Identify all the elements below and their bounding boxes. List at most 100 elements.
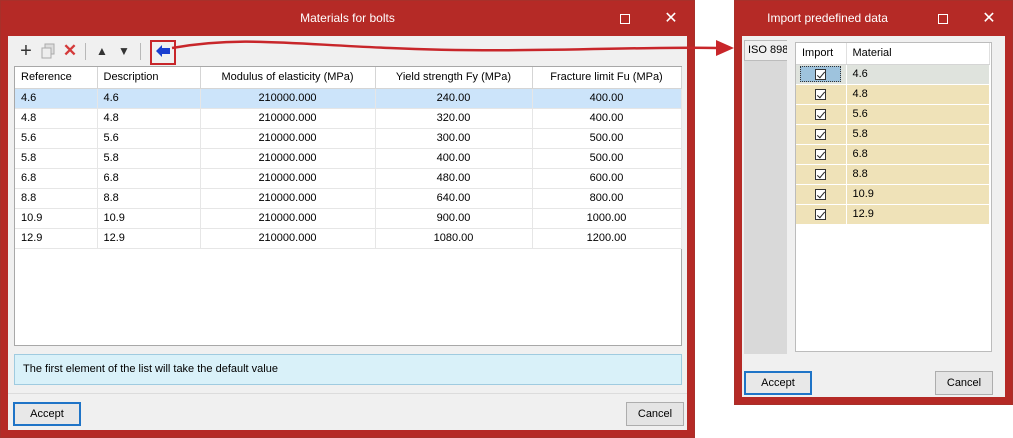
column-header-yield-strength[interactable]: Yield strength Fy (MPa)	[375, 67, 533, 89]
cell-modulus[interactable]: 210000.000	[200, 108, 376, 129]
column-header-modulus[interactable]: Modulus of elasticity (MPa)	[200, 67, 376, 89]
cell-modulus[interactable]: 210000.000	[200, 228, 376, 249]
cell-reference[interactable]: 5.8	[15, 148, 98, 169]
import-row[interactable]: 8.8	[796, 164, 990, 185]
cell-reference[interactable]: 6.8	[15, 168, 98, 189]
cell-description[interactable]: 4.6	[97, 88, 201, 109]
cell-description[interactable]: 6.8	[97, 168, 201, 189]
table-row[interactable]: 8.8 8.8 210000.000 640.00 800.00	[15, 188, 682, 209]
import-row[interactable]: 12.9	[796, 204, 990, 225]
cell-modulus[interactable]: 210000.000	[200, 208, 376, 229]
column-header-fracture-limit[interactable]: Fracture limit Fu (MPa)	[532, 67, 682, 89]
import-checkbox-cell[interactable]	[796, 164, 847, 185]
import-checkbox-cell[interactable]	[796, 104, 847, 125]
import-row[interactable]: 4.6	[796, 64, 990, 85]
accept-button[interactable]: Accept	[13, 402, 81, 426]
import-row[interactable]: 5.8	[796, 124, 990, 145]
cancel-button[interactable]: Cancel	[626, 402, 684, 426]
cell-reference[interactable]: 4.6	[15, 88, 98, 109]
material-cell: 4.6	[846, 64, 990, 85]
cell-fracture[interactable]: 500.00	[532, 128, 682, 149]
cell-modulus[interactable]: 210000.000	[200, 168, 376, 189]
checkbox-checked-icon[interactable]	[815, 208, 827, 220]
cell-yield[interactable]: 900.00	[375, 208, 533, 229]
cell-description[interactable]: 5.8	[97, 148, 201, 169]
import-close-button[interactable]: ✕	[966, 1, 1012, 36]
table-row[interactable]: 4.8 4.8 210000.000 320.00 400.00	[15, 108, 682, 129]
column-header-description[interactable]: Description	[97, 67, 201, 89]
cell-fracture[interactable]: 400.00	[532, 88, 682, 109]
import-table[interactable]: Import Material 4.6 4.8 5.6 5.8 6.8 8.8 …	[795, 42, 992, 352]
table-row[interactable]: 12.9 12.9 210000.000 1080.00 1200.00	[15, 228, 682, 249]
import-row[interactable]: 4.8	[796, 84, 990, 105]
table-row[interactable]: 6.8 6.8 210000.000 480.00 600.00	[15, 168, 682, 189]
cell-fracture[interactable]: 400.00	[532, 108, 682, 129]
import-checkbox-cell[interactable]	[796, 124, 847, 145]
import-button[interactable]	[153, 40, 173, 62]
import-cancel-button[interactable]: Cancel	[935, 371, 993, 395]
cell-fracture[interactable]: 1000.00	[532, 208, 682, 229]
import-checkbox-cell[interactable]	[796, 84, 847, 105]
cell-yield[interactable]: 480.00	[375, 168, 533, 189]
table-row[interactable]: 4.6 4.6 210000.000 240.00 400.00	[15, 88, 682, 109]
import-checkbox-cell[interactable]	[796, 204, 847, 225]
import-checkbox-cell[interactable]	[796, 184, 847, 205]
cell-reference[interactable]: 8.8	[15, 188, 98, 209]
cell-yield[interactable]: 240.00	[375, 88, 533, 109]
column-header-import[interactable]: Import	[796, 43, 847, 65]
import-row[interactable]: 5.6	[796, 104, 990, 125]
cell-yield[interactable]: 300.00	[375, 128, 533, 149]
checkbox-checked-icon[interactable]	[815, 188, 827, 200]
checkbox-checked-icon[interactable]	[815, 148, 827, 160]
import-checkbox-cell[interactable]	[796, 144, 847, 165]
cell-reference[interactable]: 4.8	[15, 108, 98, 129]
cell-yield[interactable]: 640.00	[375, 188, 533, 209]
cell-fracture[interactable]: 1200.00	[532, 228, 682, 249]
cell-description[interactable]: 5.6	[97, 128, 201, 149]
cell-description[interactable]: 10.9	[97, 208, 201, 229]
import-row[interactable]: 10.9	[796, 184, 990, 205]
cell-modulus[interactable]: 210000.000	[200, 88, 376, 109]
cell-description[interactable]: 4.8	[97, 108, 201, 129]
delete-button[interactable]: ✕	[60, 40, 80, 62]
cell-fracture[interactable]: 800.00	[532, 188, 682, 209]
cell-fracture[interactable]: 600.00	[532, 168, 682, 189]
table-row[interactable]: 10.9 10.9 210000.000 900.00 1000.00	[15, 208, 682, 229]
add-button[interactable]: +	[16, 40, 36, 62]
close-button[interactable]: ✕	[648, 1, 694, 36]
import-accept-button[interactable]: Accept	[744, 371, 812, 395]
checkbox-checked-icon[interactable]	[815, 68, 827, 80]
checkbox-checked-icon[interactable]	[815, 108, 827, 120]
tab-iso-898[interactable]: ISO 898	[744, 40, 787, 61]
import-row[interactable]: 6.8	[796, 144, 990, 165]
cell-yield[interactable]: 400.00	[375, 148, 533, 169]
import-maximize-button[interactable]	[920, 1, 966, 36]
move-up-button[interactable]: ▲	[92, 40, 112, 62]
cell-description[interactable]: 8.8	[97, 188, 201, 209]
cell-description[interactable]: 12.9	[97, 228, 201, 249]
table-row[interactable]: 5.8 5.8 210000.000 400.00 500.00	[15, 148, 682, 169]
column-header-material[interactable]: Material	[846, 43, 990, 65]
table-row[interactable]: 5.6 5.6 210000.000 300.00 500.00	[15, 128, 682, 149]
cell-fracture[interactable]: 500.00	[532, 148, 682, 169]
move-down-button[interactable]: ▼	[114, 40, 134, 62]
materials-table[interactable]: Reference Description Modulus of elastic…	[14, 66, 682, 346]
close-icon: ✕	[664, 10, 678, 27]
copy-button[interactable]	[38, 40, 58, 62]
checkbox-checked-icon[interactable]	[815, 168, 827, 180]
cell-modulus[interactable]: 210000.000	[200, 188, 376, 209]
checkbox-checked-icon[interactable]	[815, 128, 827, 140]
cell-reference[interactable]: 5.6	[15, 128, 98, 149]
cell-modulus[interactable]: 210000.000	[200, 148, 376, 169]
import-titlebar[interactable]: Import predefined data ✕	[735, 1, 1012, 36]
import-checkbox-cell[interactable]	[796, 64, 847, 85]
column-header-reference[interactable]: Reference	[15, 67, 98, 89]
cell-yield[interactable]: 320.00	[375, 108, 533, 129]
main-titlebar[interactable]: Materials for bolts ✕	[1, 1, 694, 36]
cell-reference[interactable]: 10.9	[15, 208, 98, 229]
cell-yield[interactable]: 1080.00	[375, 228, 533, 249]
cell-reference[interactable]: 12.9	[15, 228, 98, 249]
checkbox-checked-icon[interactable]	[815, 88, 827, 100]
cell-modulus[interactable]: 210000.000	[200, 128, 376, 149]
maximize-button[interactable]	[602, 1, 648, 36]
